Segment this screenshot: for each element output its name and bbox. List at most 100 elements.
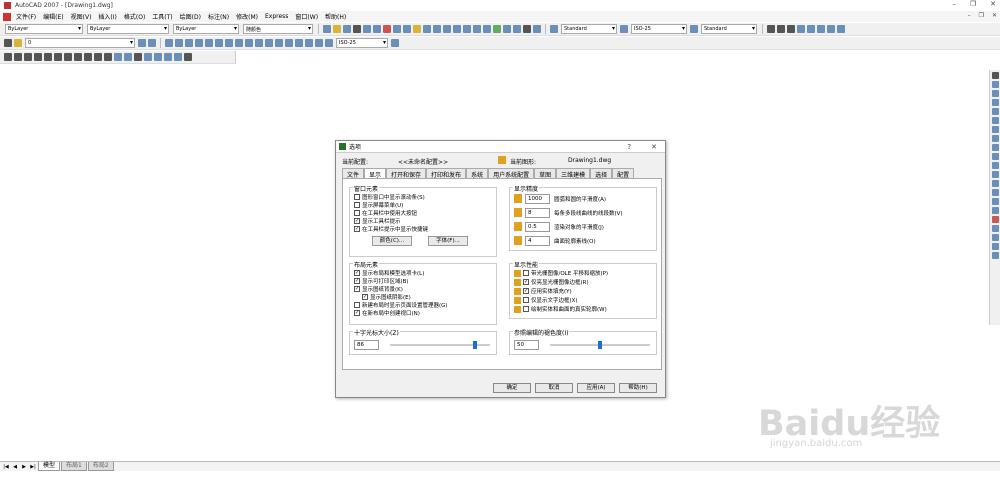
baseline-dim-icon[interactable] — [255, 39, 263, 47]
crosshair-slider-thumb[interactable] — [472, 341, 477, 349]
text-style-icon[interactable] — [550, 25, 558, 33]
break-icon[interactable] — [991, 180, 999, 187]
text-find-icon[interactable] — [807, 25, 815, 33]
cancel-button[interactable]: 取消 — [535, 383, 573, 393]
extend-icon[interactable] — [991, 162, 999, 169]
plotstyle-combo[interactable]: 随颜色 — [243, 24, 313, 34]
ellipse-icon[interactable] — [94, 53, 102, 61]
table-style-icon[interactable] — [690, 25, 698, 33]
radius-dim-icon[interactable] — [205, 39, 213, 47]
preview-icon[interactable] — [363, 25, 371, 33]
jogged-dim-icon[interactable] — [215, 39, 223, 47]
design-center-icon[interactable] — [493, 25, 501, 33]
array-icon[interactable] — [991, 108, 999, 115]
silhouettes-checkbox[interactable]: 绘制实体和曲面的真实轮廓(W) — [514, 305, 607, 313]
open-icon[interactable] — [333, 25, 341, 33]
close-icon[interactable]: ✕ — [990, 0, 996, 8]
crosshair-size-slider[interactable] — [390, 341, 490, 349]
tab-display[interactable]: 显示 — [364, 168, 387, 179]
menu-express[interactable]: Express — [265, 13, 288, 20]
minimize-icon[interactable]: – — [952, 0, 956, 8]
spline-icon[interactable] — [84, 53, 92, 61]
text-a2-icon[interactable] — [777, 25, 785, 33]
leader-icon[interactable] — [275, 39, 283, 47]
tab-layout2[interactable]: 布局2 — [87, 462, 114, 471]
tab-selection[interactable]: 选择 — [590, 168, 613, 179]
paper-shadow-checkbox[interactable]: ✓ 显示图纸阴影(E) — [362, 293, 411, 301]
table-style-combo[interactable]: Standard — [701, 24, 757, 34]
menu-dimension[interactable]: 标注(N) — [208, 12, 229, 21]
text-a-icon[interactable] — [767, 25, 775, 33]
menu-draw[interactable]: 绘图(D) — [180, 12, 201, 21]
properties-icon[interactable] — [483, 25, 491, 33]
mtext-icon[interactable] — [184, 53, 192, 61]
circle-icon[interactable] — [64, 53, 72, 61]
arc-smoothness-input[interactable]: 1000 — [525, 193, 550, 204]
tab-open-save[interactable]: 打开和保存 — [386, 168, 427, 179]
trim-icon[interactable] — [991, 153, 999, 160]
hatch-icon[interactable] — [144, 53, 152, 61]
mirror-icon[interactable] — [991, 90, 999, 97]
break-at-point-icon[interactable] — [991, 171, 999, 178]
tab-plot-publish[interactable]: 打印和发布 — [426, 168, 467, 179]
fonts-button[interactable]: 字体(F)... — [428, 236, 468, 246]
menu-tools[interactable]: 工具(T) — [152, 12, 172, 21]
arc-length-icon[interactable] — [185, 39, 193, 47]
zoom-icon[interactable] — [453, 25, 461, 33]
prev-tab-icon[interactable]: ◀ — [11, 463, 19, 471]
doc-restore-icon[interactable]: ❐ — [979, 12, 984, 19]
pan-icon[interactable] — [443, 25, 451, 33]
fillet-icon[interactable] — [991, 207, 999, 214]
layer-previous-icon[interactable] — [138, 39, 146, 47]
sheet-set-icon[interactable] — [513, 25, 521, 33]
text-a3-icon[interactable] — [787, 25, 795, 33]
rotate-icon[interactable] — [991, 126, 999, 133]
revcloud-icon[interactable] — [74, 53, 82, 61]
modify-extra-icon-3[interactable] — [991, 243, 999, 250]
text-frame-checkbox[interactable]: 仅显示文字边框(X) — [514, 296, 578, 304]
calculator-icon[interactable] — [533, 25, 541, 33]
modify-extra-icon-2[interactable] — [991, 234, 999, 241]
dim-edit-icon[interactable] — [305, 39, 313, 47]
tool-palettes-icon[interactable] — [503, 25, 511, 33]
polygon-icon[interactable] — [34, 53, 42, 61]
text-convert-icon[interactable] — [837, 25, 845, 33]
print-icon[interactable] — [353, 25, 361, 33]
dim-text-edit-icon[interactable] — [315, 39, 323, 47]
menu-window[interactable]: 窗口(W) — [295, 12, 318, 21]
menu-help[interactable]: 帮助(H) — [325, 12, 346, 21]
text-edit-icon[interactable] — [797, 25, 805, 33]
raster-pan-zoom-checkbox[interactable]: 带光栅图像/OLE 平移和缩放(P) — [514, 269, 608, 277]
copy-object-icon[interactable] — [991, 81, 999, 88]
color-combo[interactable]: ByLayer — [5, 24, 83, 34]
undo-icon[interactable] — [423, 25, 431, 33]
tab-profiles[interactable]: 配置 — [612, 168, 635, 179]
arc-icon[interactable] — [54, 53, 62, 61]
dim-style-manager-icon[interactable] — [391, 39, 399, 47]
explode-icon[interactable] — [991, 216, 999, 223]
doc-close-icon[interactable]: ✕ — [992, 12, 997, 19]
match-icon[interactable] — [413, 25, 421, 33]
polyline-segments-input[interactable]: 8 — [525, 207, 550, 218]
table-icon[interactable] — [174, 53, 182, 61]
redo-icon[interactable] — [433, 25, 441, 33]
dialog-close-icon[interactable]: ✕ — [651, 143, 657, 151]
scale-icon[interactable] — [991, 135, 999, 142]
offset-icon[interactable] — [991, 99, 999, 106]
first-tab-icon[interactable]: |◀ — [2, 463, 10, 471]
shortcut-keys-checkbox[interactable]: ✓ 在工具栏提示中显示快捷键 — [354, 225, 428, 233]
ok-button[interactable]: 确定 — [493, 383, 531, 393]
document-icon[interactable] — [3, 12, 11, 21]
point-icon[interactable] — [134, 53, 142, 61]
large-buttons-checkbox[interactable]: 在工具栏中使用大按钮 — [354, 209, 417, 217]
scrollbars-checkbox[interactable]: 图形窗口中显示滚动条(S) — [354, 193, 425, 201]
diameter-dim-icon[interactable] — [225, 39, 233, 47]
contour-lines-input[interactable]: 4 — [525, 235, 550, 246]
render-smoothness-input[interactable]: 0.5 — [525, 221, 550, 232]
tolerance-icon[interactable] — [285, 39, 293, 47]
menu-edit[interactable]: 编辑(E) — [43, 12, 63, 21]
modify-extra-icon-4[interactable] — [991, 252, 999, 259]
dim-update-icon[interactable] — [325, 39, 333, 47]
tab-user-preferences[interactable]: 用户系统配置 — [488, 168, 535, 179]
layer-combo[interactable]: 0 — [25, 38, 135, 48]
